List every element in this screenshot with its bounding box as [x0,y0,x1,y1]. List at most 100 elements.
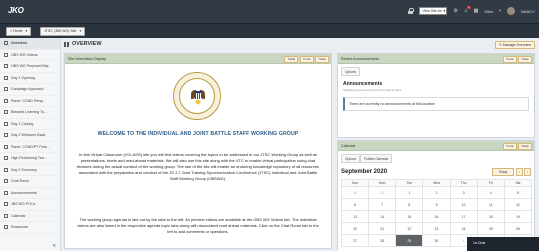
grid-icon [64,41,69,47]
sidebar-item-ijbs-wg-videos[interactable]: IJBS WG Videos [0,50,60,61]
user-name[interactable]: NANCY [521,9,535,14]
calendar-day[interactable]: 14 [368,210,397,223]
sidebar-item-panel-condpt[interactable]: Panel: COND/PT Pers... [0,142,60,153]
calendar-day[interactable]: 21 [368,222,397,235]
chevron-down-icon: ▾ [79,29,82,33]
collapse-sidebar-icon[interactable]: « [53,243,56,249]
calendar-day[interactable]: 30 [340,186,370,199]
page-icon [4,64,8,69]
calendar-day[interactable]: 19 [503,210,533,223]
prev-month-button[interactable]: ‹ [516,168,523,176]
manage-overview-label: Manage Overview [502,43,531,47]
lock-icon[interactable] [408,8,415,14]
calendar-day[interactable]: 28 [368,234,397,247]
page-icon [4,133,8,138]
sites-grid-icon[interactable]: ▦ [474,8,479,14]
jko-logo[interactable]: JKO [8,6,30,17]
help-button[interactable]: ?Help [518,142,532,150]
sidebar-item-label: Panel: COND/PT Pers... [11,144,50,149]
sidebar-item-purpose[interactable]: IJBS WG Purpose/Objs [0,61,60,73]
help-button[interactable]: ?Help [315,55,329,63]
calendar-day[interactable]: 25 [476,222,505,235]
manage-overview-button[interactable]: ✎ Manage Overview [494,41,535,49]
calendar-day[interactable]: 5 [503,186,533,199]
sidebar-item-chat-room[interactable]: Chat Room [0,176,60,188]
calendar-day[interactable]: 22 [395,222,424,235]
tab-options[interactable]: Options [341,154,360,163]
sidebar-item-day1-closing[interactable]: Day 1 Closing [0,119,60,130]
sidebar-item-calendar[interactable]: Calendar [0,211,60,222]
help-label: Help [522,143,529,148]
calendar-day[interactable]: 3 [449,186,478,199]
avatar[interactable] [506,7,515,15]
calendar-day[interactable]: 6 [340,198,370,211]
welcome-heading: WELCOME TO THE INDIVIDUAL AND JOINT BATT… [97,131,299,137]
sidebar-item-panel-cond[interactable]: Panel: COND Persp. [0,96,60,107]
chat-icon [4,179,8,184]
calendar-day[interactable]: 9 [422,198,451,211]
sidebar-item-blended-learning[interactable]: Blended Learning Tu... [0,107,60,119]
notifications-bell-icon[interactable]: ♫ 1 [464,6,471,14]
calendar-day[interactable]: 26 [503,222,533,235]
tab-options[interactable]: Options [341,67,360,76]
calendar-day[interactable]: 27 [340,234,370,247]
calendar-day[interactable]: 2 [422,186,451,199]
sidebar-item-day2-summary[interactable]: Day 2 Summary [0,165,60,176]
next-month-button[interactable]: › [524,168,531,176]
intro-paragraph: In this Virtual Classroom (VCLASS) site … [77,152,319,182]
help-button[interactable]: ?Help [518,55,532,63]
calendar-day[interactable]: 16 [422,210,451,223]
link-button[interactable]: ⚭Link [502,55,517,63]
panel-title: Calendar [341,143,356,148]
sites-link[interactable]: Sites [484,9,493,14]
calendar-day[interactable]: 7 [368,198,397,211]
link-button[interactable]: ⚭Link [502,142,517,150]
calendar-day[interactable]: 11 [476,198,505,211]
sidebar-item-high-performing[interactable]: High Performing Tea... [0,153,60,165]
sidebar-item-label: IJBS WG Purpose/Objs [11,64,49,69]
sidebar-item-label: Overview [11,41,27,46]
folder-icon [4,225,8,230]
grid-icon [4,41,8,46]
calendar-day[interactable]: 8 [395,198,424,211]
page-icon [4,121,8,126]
calendar-day[interactable]: 23 [422,222,451,235]
calendar-day[interactable]: 30 [422,234,451,247]
calendar-day[interactable]: 1 [395,186,424,199]
calendar-day[interactable]: 31 [368,186,397,199]
settings-icon[interactable]: ⚙ [453,8,457,14]
calendar-day-today[interactable]: 29 [395,234,424,247]
calendar-day[interactable]: 12 [503,198,533,211]
sidebar-item-day2-welcome[interactable]: Day 2 Welcome Back [0,130,60,142]
sidebar-item-overview[interactable]: Overview [0,38,60,50]
edit-button[interactable]: ✎Edit [284,55,299,63]
link-button[interactable]: ⚭Link [299,55,314,63]
site-information-panel: Site Information Display ✎Edit ⚭Link ?He… [64,53,332,249]
sidebar-item-campaign-approach[interactable]: Campaign Approach [0,84,60,96]
sidebar-item-day1-opening[interactable]: Day 1 Opening [0,73,60,84]
calendar-day[interactable]: 18 [476,210,505,223]
sidebar-item-label: JBS WG POCs [11,202,36,207]
home-button[interactable]: ⌂ Home ▾ [6,27,32,36]
calendar-day[interactable]: 24 [449,222,478,235]
sidebar-item-pocs[interactable]: JBS WG POCs [0,199,60,211]
calendar-day[interactable]: 10 [449,198,478,211]
calendar-day[interactable]: 17 [449,210,478,223]
calendar-day[interactable]: 20 [340,222,370,235]
today-button[interactable]: Today [492,168,514,176]
calendar-day[interactable]: 15 [395,210,424,223]
tab-publish-calendar[interactable]: Publish Calendar [360,154,393,163]
view-site-as-select[interactable]: View Site As [419,7,448,15]
calendar-month-title: September 2020 [341,169,388,175]
calendar-panel: Calendar ⚭Link ?Help Options Publish Cal… [337,140,535,251]
calendar-day[interactable]: 13 [340,210,370,223]
chat-bar[interactable]: 1a Chat [467,237,539,251]
contacts-icon [4,202,8,207]
site-dropdown[interactable]: JTSC (JBS WG) Site ▾ [40,27,86,36]
site-navbar: ⌂ Home ▾ JTSC (JBS WG) Site ▾ [0,23,539,38]
sidebar-item-resources[interactable]: Resources [0,222,60,234]
help-label: Help [319,56,326,61]
home-icon: ⌂ [10,29,13,33]
sidebar-item-announcements[interactable]: Announcements [0,188,60,199]
calendar-day[interactable]: 4 [476,186,505,199]
